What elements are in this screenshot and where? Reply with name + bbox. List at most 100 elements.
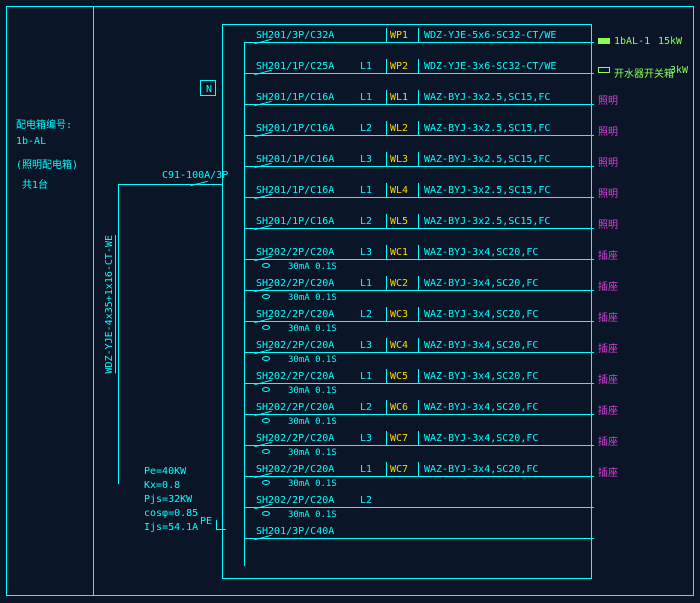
load-box-icon [598,67,610,73]
cable-spec: WAZ-BYJ-3x4,SC20,FC [424,402,564,413]
branch-line [244,476,594,477]
rccb-rating: 30mA 0.1S [272,417,337,427]
load-box-icon [598,38,610,44]
load-name: 插座 [598,371,648,386]
cable-spec: WAZ-BYJ-3x4,SC20,FC [424,371,564,382]
sep-line [418,338,419,353]
branch-line [244,135,594,136]
load-name: 照明 [598,154,648,169]
cable-spec: WAZ-BYJ-3x2.5,SC15,FC [424,216,564,227]
phase-label: L1 [360,464,378,475]
out2-power: 3kW [670,65,688,76]
rccb-rating: 30mA 0.1S [272,386,337,396]
circuit-row: SH201/1P/C16AL1WL1WAZ-BYJ-3x2.5,SC15,FC照… [244,90,664,121]
sep-line [386,90,387,105]
branch-line [244,383,594,384]
circuit-id: WL2 [390,123,420,134]
circuit-row: SH201/1P/C25AL1WP2WDZ-YJE-3x6-SC32-CT/WE [244,59,664,90]
branch-line [244,228,594,229]
sep-line [386,462,387,477]
breaker-label: SH201/1P/C25A [256,61,348,72]
breaker-label: SH201/1P/C16A [256,123,348,134]
breaker-label: SH202/2P/C20A [256,402,348,413]
neutral-box [200,80,216,96]
calc-kx: Kx=0.8 [144,480,180,491]
branch-line [244,197,594,198]
rccb-rating: 30mA 0.1S [272,448,337,458]
branch-line [244,259,594,260]
branch-line [244,104,594,105]
out1-name: 1bAL-1 [614,36,650,47]
circuit-row: SH201/1P/C16AL3WL3WAZ-BYJ-3x2.5,SC15,FC照… [244,152,664,183]
breaker-label: SH201/1P/C16A [256,92,348,103]
incoming-line [118,184,222,185]
breaker-label: SH202/2P/C20A [256,247,348,258]
sep-line [418,431,419,446]
sep-line [418,183,419,198]
breaker-label: SH202/2P/C20A [256,433,348,444]
phase-label: L2 [360,216,378,227]
circuit-id: WL5 [390,216,420,227]
load-name: 插座 [598,309,648,324]
calc-pjs: Pjs=32KW [144,494,192,505]
breaker-label: SH202/2P/C20A [256,495,348,506]
circuit-id: WC7 [390,464,420,475]
phase-label: L2 [360,495,378,506]
load-name: 插座 [598,464,648,479]
branch-line [244,321,594,322]
sep-line [386,276,387,291]
sep-line [386,152,387,167]
sep-line [418,276,419,291]
sep-line [418,462,419,477]
incoming-cable: WDZ-YJE-4x35+1x16-CT-WE [104,235,115,373]
breaker-label: SH202/2P/C20A [256,371,348,382]
load-name: 插座 [598,340,648,355]
circuit-row: SH202/2P/C20AL1WC2WAZ-BYJ-3x4,SC20,FC插座3… [244,276,664,307]
load-name: 照明 [598,92,648,107]
phase-label: L1 [360,278,378,289]
branch-line [244,352,594,353]
pe-label: PE [200,516,212,527]
load-name: 插座 [598,402,648,417]
load-name: 插座 [598,278,648,293]
circuit-row: SH202/2P/C20A L2 30mA 0.1S [244,493,664,524]
rccb-icon [262,325,270,330]
circuit-id: WL4 [390,185,420,196]
phase-label: L3 [360,247,378,258]
load-name: 照明 [598,216,648,231]
circuit-row: SH202/2P/C20AL2WC6WAZ-BYJ-3x4,SC20,FC插座3… [244,400,664,431]
phase-label: L3 [360,154,378,165]
branch-line [244,445,594,446]
rccb-rating: 30mA 0.1S [272,510,337,520]
phase-label: L1 [360,61,378,72]
rccb-icon [262,356,270,361]
sep-line [418,369,419,384]
cable-spec: WAZ-BYJ-3x2.5,SC15,FC [424,123,564,134]
branch-line [244,507,594,508]
pe-earth-icon [216,520,226,530]
branch-line [244,73,594,74]
phase-label: L1 [360,371,378,382]
rccb-icon [262,511,270,516]
circuit-row: SH201/1P/C16A L2 WL5 WAZ-BYJ-3x2.5,SC15,FC 照… [244,214,664,245]
breaker-label: SH201/1P/C16A [256,216,348,227]
rccb-icon [262,387,270,392]
branch-line [244,42,594,43]
circuit-id: WC2 [390,278,420,289]
phase-label: L1 [360,92,378,103]
cable-spec: WDZ-YJE-3x6-SC32-CT/WE [424,61,564,72]
circuit-id: WL3 [390,154,420,165]
circuit-row: SH202/2P/C20AL1WC7WAZ-BYJ-3x4,SC20,FC插座3… [244,462,664,493]
circuit-id: WC3 [390,309,420,320]
phase-label: L2 [360,309,378,320]
breaker-label: SH202/2P/C20A [256,340,348,351]
circuit-id: WC5 [390,371,420,382]
circuit-id: WC4 [390,340,420,351]
rccb-rating: 30mA 0.1S [272,324,337,334]
cable-spec: WAZ-BYJ-3x4,SC20,FC [424,464,564,475]
cable-spec: WAZ-BYJ-3x4,SC20,FC [424,433,564,444]
phase-label: L3 [360,340,378,351]
sep-line [386,431,387,446]
sep-line [386,59,387,74]
circuit-row: SH202/2P/C20AL3WC4WAZ-BYJ-3x4,SC20,FC插座3… [244,338,664,369]
